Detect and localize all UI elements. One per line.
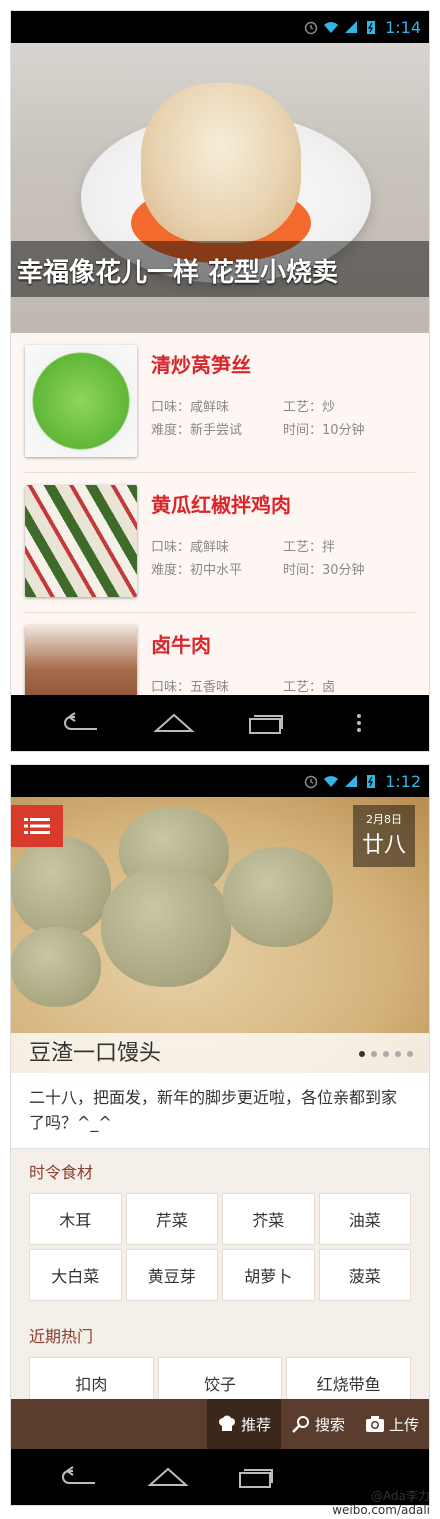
home-button[interactable]	[146, 1461, 190, 1493]
search-icon	[292, 1416, 309, 1433]
ingredient-tag[interactable]: 黄豆芽	[125, 1249, 218, 1301]
ingredient-tag[interactable]: 芥菜	[222, 1193, 315, 1245]
recipe-thumbnail	[25, 625, 137, 703]
bun-image	[11, 837, 111, 937]
recent-apps-icon	[249, 715, 284, 734]
ingredient-tag[interactable]: 胡萝卜	[222, 1249, 315, 1301]
recipe-thumbnail	[25, 345, 137, 457]
featured-banner[interactable]: 2月8日 廿八 豆渣一口馒头	[11, 797, 429, 1073]
overflow-menu-button[interactable]	[337, 707, 381, 739]
screen-recipe-list: 1:14 幸福像花儿一样 花型小烧卖 清炒莴笋丝 口味：咸鲜味 工艺：炒 难度：…	[10, 10, 430, 752]
recipe-time: 时间：10分钟	[283, 423, 365, 438]
carousel-dot[interactable]	[359, 1051, 365, 1057]
carousel-dot[interactable]	[407, 1051, 413, 1057]
tab-label: 搜索	[314, 1415, 345, 1434]
carousel-dot[interactable]	[371, 1051, 377, 1057]
date-lunar: 廿八	[361, 833, 406, 858]
carousel-dot[interactable]	[383, 1051, 389, 1057]
back-icon	[62, 1466, 96, 1484]
recipe-title: 卤牛肉	[151, 633, 211, 657]
recipe-item-1[interactable]: 清炒莴笋丝 口味：咸鲜味 工艺：炒 难度：新手尝试 时间：10分钟	[25, 333, 415, 473]
recipe-craft: 工艺：拌	[283, 540, 336, 555]
battery-icon	[367, 21, 376, 34]
signal-icon	[345, 21, 358, 33]
watermark-handle: @Ada李力	[371, 1489, 430, 1503]
recent-apps-button[interactable]	[244, 707, 288, 739]
featured-banner[interactable]: 幸福像花儿一样 花型小烧卖	[11, 43, 429, 333]
recipe-title: 黄瓜红椒拌鸡肉	[151, 493, 291, 517]
tab-label: 推荐	[240, 1415, 271, 1434]
banner-caption: 幸福像花儿一样 花型小烧卖	[17, 258, 339, 288]
alarm-icon	[304, 775, 318, 789]
bun-image	[223, 847, 333, 947]
carousel-dot[interactable]	[395, 1051, 401, 1057]
ingredient-tag[interactable]: 菠菜	[318, 1249, 411, 1301]
wifi-icon	[324, 22, 339, 33]
ingredient-tag[interactable]: 大白菜	[29, 1249, 122, 1301]
ingredient-tag[interactable]: 芹菜	[125, 1193, 218, 1245]
alarm-icon	[304, 21, 318, 35]
ingredient-tag[interactable]: 油菜	[318, 1193, 411, 1245]
date-gregorian: 2月8日	[366, 813, 402, 826]
banner-caption: 豆渣一口馒头	[29, 1041, 162, 1066]
back-icon	[64, 712, 98, 730]
status-bar: 1:12	[11, 765, 429, 797]
tab-label: 上传	[388, 1415, 419, 1434]
seasonal-ingredients-section: 时令食材 木耳 芹菜 芥菜 油菜 大白菜 黄豆芽 胡萝卜 菠菜	[11, 1149, 429, 1309]
recipe-list: 清炒莴笋丝 口味：咸鲜味 工艺：炒 难度：新手尝试 时间：10分钟 黄瓜红椒拌鸡…	[11, 333, 429, 703]
section-title: 近期热门	[29, 1327, 94, 1346]
bun-image	[11, 927, 101, 1007]
recipe-title: 清炒莴笋丝	[151, 353, 251, 377]
bottom-tab-bar: 推荐 搜索 上传	[11, 1399, 429, 1449]
section-title: 时令食材	[29, 1163, 94, 1182]
wifi-icon	[324, 776, 339, 787]
recipe-time: 时间：30分钟	[283, 563, 365, 578]
recipe-craft: 工艺：卤	[283, 680, 336, 695]
recipe-thumbnail	[25, 485, 137, 597]
carousel-dots[interactable]	[359, 1051, 413, 1057]
tab-upload[interactable]: 上传	[355, 1399, 429, 1449]
signal-icon	[345, 775, 358, 787]
daily-intro-text: 二十八，把面发，新年的脚步更近啦，各位亲都到家了吗？^_^	[11, 1073, 429, 1149]
back-button[interactable]	[57, 1461, 101, 1493]
system-nav-bar	[11, 695, 429, 751]
recipe-difficulty: 难度：初中水平	[151, 563, 243, 578]
recipe-taste: 口味：五香味	[151, 680, 230, 695]
tab-search[interactable]: 搜索	[281, 1399, 355, 1449]
recipe-item-2[interactable]: 黄瓜红椒拌鸡肉 口味：咸鲜味 工艺：拌 难度：初中水平 时间：30分钟	[25, 473, 415, 613]
recent-apps-button[interactable]	[234, 1461, 278, 1493]
status-time: 1:12	[385, 771, 421, 791]
tab-recommend[interactable]: 推荐	[206, 1399, 281, 1449]
camera-icon	[365, 1416, 384, 1432]
lunar-date-badge: 2月8日 廿八	[353, 805, 415, 867]
status-time: 1:14	[385, 17, 421, 37]
recipe-difficulty: 难度：新手尝试	[151, 423, 243, 438]
list-menu-icon	[24, 818, 50, 834]
screen-home: 1:12 2月8日 廿八 豆渣一口馒头 二十八，把面发，新年的脚步更近啦，各位亲…	[10, 764, 430, 1506]
watermark-url: weibo.com/adali	[332, 1503, 430, 1517]
home-button[interactable]	[152, 707, 196, 739]
recipe-craft: 工艺：炒	[283, 400, 336, 415]
home-icon	[147, 1467, 189, 1486]
overflow-menu-icon	[356, 714, 361, 732]
status-bar: 1:14	[11, 11, 429, 43]
weibo-watermark: @Ada李力 weibo.com/adali	[332, 1489, 430, 1517]
recipe-taste: 口味：咸鲜味	[151, 400, 230, 415]
bun-image	[101, 867, 231, 987]
recent-apps-icon	[239, 1469, 274, 1488]
recipe-taste: 口味：咸鲜味	[151, 540, 230, 555]
ingredient-tag[interactable]: 木耳	[29, 1193, 122, 1245]
battery-icon	[367, 775, 376, 788]
shaomai-image	[141, 83, 301, 243]
back-button[interactable]	[59, 707, 103, 739]
menu-button[interactable]	[11, 805, 63, 847]
home-icon	[153, 713, 195, 732]
chef-hat-icon	[218, 1415, 235, 1431]
recipe-item-3[interactable]: 卤牛肉 口味：五香味 工艺：卤	[25, 613, 415, 703]
